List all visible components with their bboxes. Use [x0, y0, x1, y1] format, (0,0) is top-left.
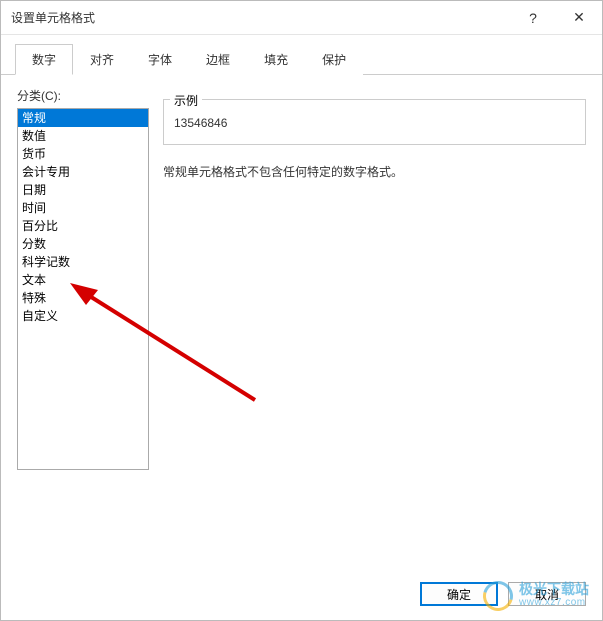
category-column: 分类(C): 常规 数值 货币 会计专用 日期 时间 百分比 分数 科学记数 文…	[17, 87, 149, 562]
format-description: 常规单元格格式不包含任何特定的数字格式。	[163, 163, 586, 180]
sample-label: 示例	[170, 92, 202, 109]
sample-value: 13546846	[174, 116, 227, 130]
list-item[interactable]: 特殊	[18, 289, 148, 307]
list-item[interactable]: 百分比	[18, 217, 148, 235]
tab-fill[interactable]: 填充	[247, 44, 305, 75]
list-item[interactable]: 文本	[18, 271, 148, 289]
list-item[interactable]: 常规	[18, 109, 148, 127]
content-row: 分类(C): 常规 数值 货币 会计专用 日期 时间 百分比 分数 科学记数 文…	[17, 87, 586, 562]
tab-protection[interactable]: 保护	[305, 44, 363, 75]
dialog-window: 设置单元格格式 ? ✕ 数字 对齐 字体 边框 填充 保护 分类(C): 常规 …	[0, 0, 603, 621]
detail-column: 示例 13546846 常规单元格格式不包含任何特定的数字格式。	[163, 87, 586, 562]
category-label: 分类(C):	[17, 87, 149, 104]
sample-box: 示例 13546846	[163, 99, 586, 145]
list-item[interactable]: 分数	[18, 235, 148, 253]
category-listbox[interactable]: 常规 数值 货币 会计专用 日期 时间 百分比 分数 科学记数 文本 特殊 自定…	[17, 108, 149, 470]
titlebar: 设置单元格格式 ? ✕	[1, 1, 602, 35]
titlebar-buttons: ? ✕	[510, 1, 602, 34]
cancel-button[interactable]: 取消	[508, 582, 586, 606]
tab-alignment[interactable]: 对齐	[73, 44, 131, 75]
list-item[interactable]: 时间	[18, 199, 148, 217]
close-button[interactable]: ✕	[556, 1, 602, 34]
tab-border[interactable]: 边框	[189, 44, 247, 75]
dialog-footer: 确定 取消	[1, 572, 602, 620]
list-item[interactable]: 自定义	[18, 307, 148, 325]
tabs: 数字 对齐 字体 边框 填充 保护	[1, 35, 602, 75]
list-item[interactable]: 会计专用	[18, 163, 148, 181]
list-item[interactable]: 科学记数	[18, 253, 148, 271]
list-item[interactable]: 货币	[18, 145, 148, 163]
list-item[interactable]: 数值	[18, 127, 148, 145]
help-button[interactable]: ?	[510, 1, 556, 34]
tab-font[interactable]: 字体	[131, 44, 189, 75]
ok-button[interactable]: 确定	[420, 582, 498, 606]
tab-number[interactable]: 数字	[15, 44, 73, 75]
list-item[interactable]: 日期	[18, 181, 148, 199]
window-title: 设置单元格格式	[11, 9, 510, 26]
dialog-body: 分类(C): 常规 数值 货币 会计专用 日期 时间 百分比 分数 科学记数 文…	[1, 75, 602, 572]
